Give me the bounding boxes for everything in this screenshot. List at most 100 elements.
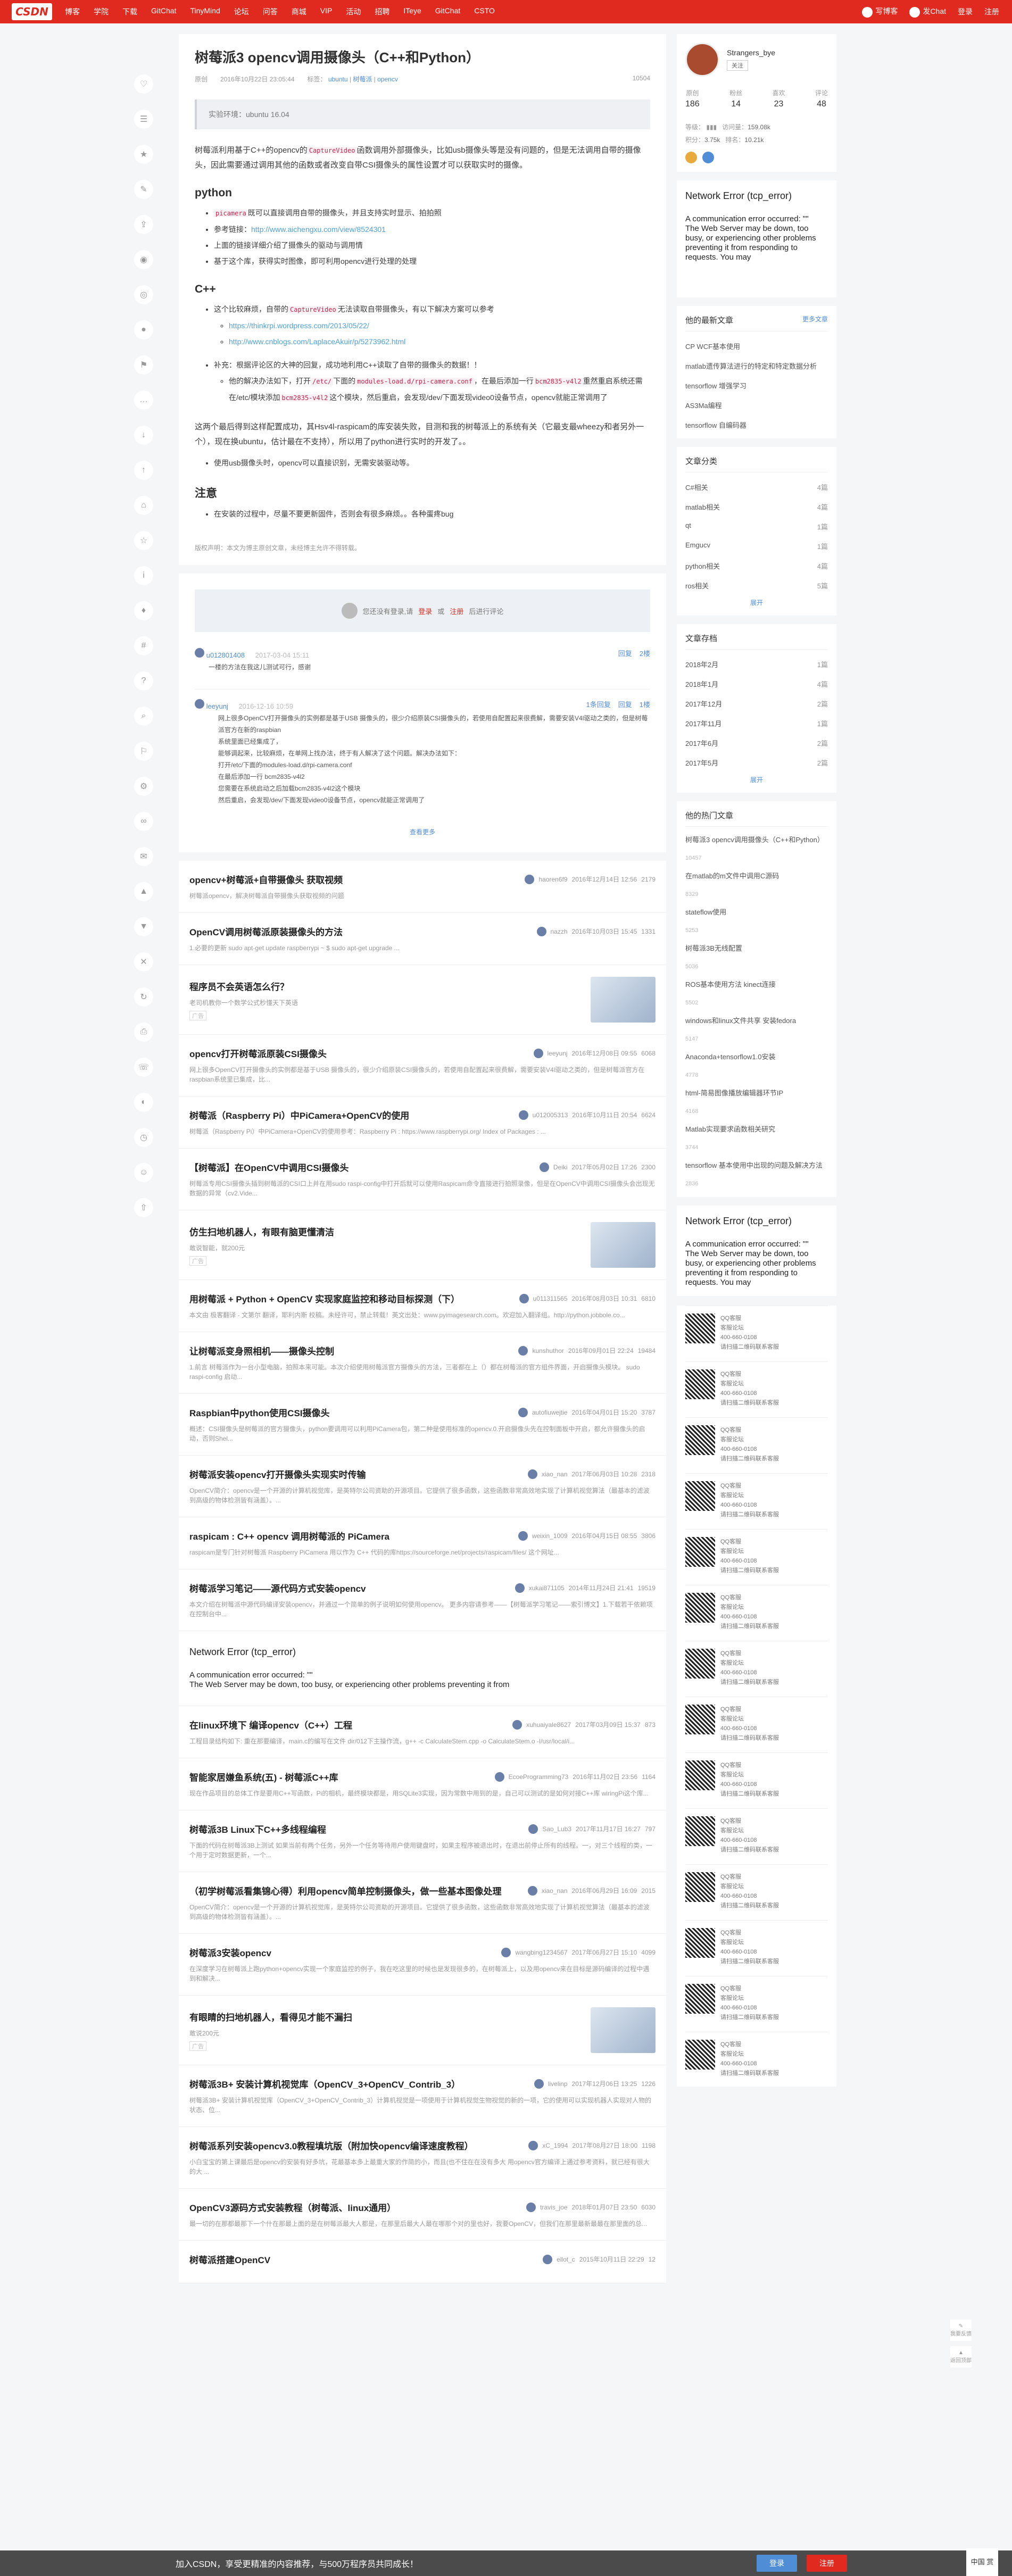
archive-item[interactable]: 2017年5月 2篇 xyxy=(685,758,828,768)
recommend-item[interactable]: （初学树莓派看集锦心得）利用opencv简单控制摄像头，做一些基本图像处理 xi… xyxy=(179,1872,666,1934)
recommend-title[interactable]: raspicam : C++ opencv 调用树莓派的 PiCamera xyxy=(189,1529,389,1542)
recommend-item[interactable]: 【树莓派】在OpenCV中调用CSI摄像头 Deiki 2017年05月02日 1… xyxy=(179,1149,666,1210)
reference-link[interactable]: http://www.aichengxu.com/view/8524301 xyxy=(251,225,386,234)
comment-icon[interactable]: ✎ xyxy=(134,180,153,199)
nav-item[interactable]: 商城 xyxy=(292,6,306,17)
archive-item[interactable]: 2018年2月 1篇 xyxy=(685,659,828,669)
recommend-item[interactable]: OpenCV调用树莓派原装摄像头的方法 nazzh 2016年10月03日 15:… xyxy=(179,913,666,965)
recommend-item[interactable]: 树莓派（Raspberry Pi）中PiCamera+OpenCV的使用 u01… xyxy=(179,1096,666,1149)
recommend-author[interactable]: haoren6f9 xyxy=(538,876,567,883)
qr-code-icon[interactable] xyxy=(685,1649,715,1678)
expand-categories[interactable]: 展开 xyxy=(685,598,828,607)
reference-link[interactable]: https://thinkrpi.wordpress.com/2013/05/2… xyxy=(229,321,369,330)
qr-code-icon[interactable] xyxy=(685,1760,715,1790)
mail-icon[interactable]: ✉ xyxy=(134,847,153,866)
tag-link[interactable]: 树莓派 xyxy=(353,76,372,83)
qr-code-icon[interactable] xyxy=(685,1816,715,1846)
post-chat-button[interactable]: 发Chat xyxy=(909,6,946,18)
comment-register-link[interactable]: 注册 xyxy=(450,606,463,616)
link-icon[interactable]: ∞ xyxy=(134,812,153,831)
report-icon[interactable]: ⚑ xyxy=(134,355,153,375)
comment-user[interactable]: leeyunj xyxy=(206,702,228,710)
recommend-title[interactable]: Raspbian中python使用CSI摄像头 xyxy=(189,1406,330,1419)
category-item[interactable]: qt 1篇 xyxy=(685,521,828,531)
bottom-register-button[interactable]: 注册 xyxy=(807,2555,847,2572)
ad-title[interactable]: 仿生扫地机器人，有眼有脑更懂清洁 xyxy=(189,1225,334,1238)
archive-item[interactable]: 2017年11月 1篇 xyxy=(685,718,828,728)
recommend-item[interactable]: opencv+树莓派+自带摄像头 获取视频 haoren6f9 2016年12月1… xyxy=(179,861,666,913)
recommend-title[interactable]: 树莓派搭建OpenCV xyxy=(189,2253,270,2266)
ad-item[interactable]: 仿生扫地机器人，有眼有脑更懂清洁 敢说智能，就200元 广告 xyxy=(179,1210,666,1280)
nav-item[interactable]: 活动 xyxy=(346,6,361,17)
qr-code-icon[interactable] xyxy=(685,1928,715,1958)
ad-title[interactable]: 有眼睛的扫地机器人，看得见才能不漏扫 xyxy=(189,2010,352,2023)
like-icon[interactable]: ♡ xyxy=(134,74,153,94)
recommend-title[interactable]: OpenCV调用树莓派原装摄像头的方法 xyxy=(189,925,343,938)
ad-item[interactable]: 有眼睛的扫地机器人，看得见才能不漏扫 敢说200元 广告 xyxy=(179,1996,666,2065)
category-item[interactable]: python相关 4篇 xyxy=(685,561,828,571)
hot-article-link[interactable]: 树莓派3 opencv调用摄像头（C++和Python） 10457 xyxy=(685,835,828,863)
hot-article-link[interactable]: Matlab实现要求函数相关研究 3744 xyxy=(685,1125,828,1152)
qr-code-icon[interactable] xyxy=(685,1705,715,1734)
hot-article-link[interactable]: stateflow使用 5253 xyxy=(685,908,828,935)
recommend-title[interactable]: opencv打开树莓派原装CSI摄像头 xyxy=(189,1046,327,1060)
medal-icon[interactable] xyxy=(685,152,697,163)
more-articles-link[interactable]: 更多文章 xyxy=(802,314,828,326)
recommend-author[interactable]: leeyunj xyxy=(548,1050,568,1057)
recommend-title[interactable]: 树莓派（Raspberry Pi）中PiCamera+OpenCV的使用 xyxy=(189,1108,409,1121)
folded-replies-toggle[interactable]: 1条回复 xyxy=(586,699,611,711)
qr-code-icon[interactable] xyxy=(685,1537,715,1567)
nav-item[interactable]: TinyMind xyxy=(190,6,220,17)
print-icon[interactable]: ⎙ xyxy=(134,1023,153,1042)
ad-title[interactable]: 程序员不会英语怎么行？ xyxy=(189,979,289,993)
wechat-icon[interactable]: ● xyxy=(134,320,153,339)
recommend-title[interactable]: opencv+树莓派+自带摄像头 获取视频 xyxy=(189,872,343,886)
register-link[interactable]: 注册 xyxy=(984,6,999,17)
recommend-item[interactable]: 树莓派3B Linux下C++多线程编程 Sao_Lub3 2017年11月17日… xyxy=(179,1810,666,1872)
recommend-title[interactable]: 树莓派安装opencv打开摄像头实现实时传输 xyxy=(189,1467,366,1481)
recommend-title[interactable]: 树莓派3B Linux下C++多线程编程 xyxy=(189,1822,326,1835)
qr-code-icon[interactable] xyxy=(685,1872,715,1902)
reply-button[interactable]: 回复 xyxy=(618,648,632,660)
recommend-item[interactable]: 树莓派搭建OpenCV ellot_c 2015年10月11日 22:29 12 xyxy=(179,2241,666,2283)
reply-button[interactable]: 回复 xyxy=(618,699,632,711)
recommend-item[interactable]: 让树莓派变身照相机——摄像头控制 kunshuthor 2016年09月01日 2… xyxy=(179,1332,666,1394)
next-icon[interactable]: ↓ xyxy=(134,426,153,445)
bookmark-icon[interactable]: ★ xyxy=(134,145,153,164)
category-item[interactable]: ros相关 5篇 xyxy=(685,580,828,591)
recommend-author[interactable]: nazzh xyxy=(551,928,568,935)
category-item[interactable]: Emgucv 1篇 xyxy=(685,541,828,551)
archive-item[interactable]: 2017年12月 2篇 xyxy=(685,699,828,709)
recommend-item[interactable]: Raspbian中python使用CSI摄像头 autofiuwejtie 201… xyxy=(179,1394,666,1456)
qr-code-icon[interactable] xyxy=(685,1593,715,1623)
qr-code-icon[interactable] xyxy=(685,1481,715,1511)
recommend-item[interactable]: 用树莓派 + Python + OpenCV 实现家庭监控和移动目标探测（下） … xyxy=(179,1280,666,1332)
write-blog-button[interactable]: 写博客 xyxy=(862,6,898,18)
thumb-icon[interactable]: ▲ xyxy=(134,882,153,901)
qr-code-icon[interactable] xyxy=(685,1984,715,2014)
ad-image[interactable] xyxy=(591,2007,656,2053)
nav-item[interactable]: 学院 xyxy=(94,6,109,17)
recommend-author[interactable]: kunshuthor xyxy=(532,1347,563,1355)
hot-article-link[interactable]: Anaconda+tensorflow1.0安装 4778 xyxy=(685,1052,828,1080)
recommend-author[interactable]: EcoeProgramming73 xyxy=(509,1773,569,1781)
hot-article-link[interactable]: windows和linux文件共享 安装fedora 5147 xyxy=(685,1016,828,1044)
info-icon[interactable]: i xyxy=(134,566,153,585)
recommend-item[interactable]: 在linux环境下 编译opencv（C++）工程 xuhuaiyale8627… xyxy=(179,1706,666,1758)
nav-item[interactable]: GitChat xyxy=(435,6,460,17)
help-icon[interactable]: ? xyxy=(134,671,153,691)
nav-item[interactable]: 论坛 xyxy=(234,6,249,17)
recommend-item[interactable]: opencv打开树莓派原装CSI摄像头 leeyunj 2016年12月08日 0… xyxy=(179,1035,666,1096)
category-item[interactable]: C#相关 4篇 xyxy=(685,482,828,492)
recommend-item[interactable]: 树莓派3安装opencv wangbing1234567 2017年06月27日 … xyxy=(179,1934,666,1996)
ad-item[interactable]: 程序员不会英语怎么行？ 老司机教你一个数学公式秒懂天下英语 广告 xyxy=(179,965,666,1035)
recommend-author[interactable]: autofiuwejtie xyxy=(532,1409,568,1416)
back-top-icon[interactable]: ⇧ xyxy=(134,1198,153,1217)
star-icon[interactable]: ☆ xyxy=(134,531,153,550)
recommend-author[interactable]: wangbing1234567 xyxy=(515,1949,567,1956)
nav-item[interactable]: 博客 xyxy=(65,6,80,17)
category-item[interactable]: matlab相关 4篇 xyxy=(685,502,828,512)
show-more-comments[interactable]: 查看更多 xyxy=(195,827,650,836)
feedback-button[interactable]: ✎ 我要反馈 xyxy=(950,2320,972,2341)
avatar[interactable] xyxy=(685,43,719,77)
